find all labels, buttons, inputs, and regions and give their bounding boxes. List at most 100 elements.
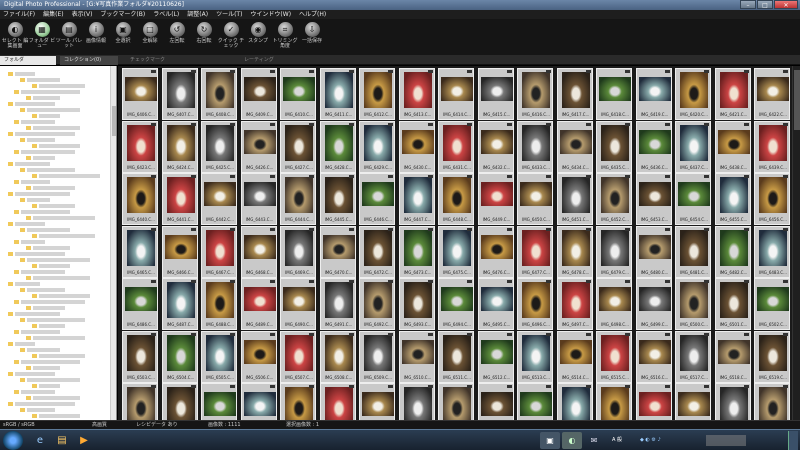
tab-collection[interactable]: コレクション(0) [60,56,118,65]
thumbnail-cell[interactable] [280,383,316,420]
photo-thumbnail[interactable] [601,124,629,161]
tree-item[interactable] [15,192,70,196]
folder-tree[interactable] [0,66,117,420]
media-player-icon[interactable]: ▶ [74,432,94,449]
photo-thumbnail[interactable] [601,177,629,213]
thumbnail-cell[interactable]: IMG_6445.C... [319,173,356,225]
photo-thumbnail[interactable] [164,234,197,259]
photo-thumbnail[interactable] [680,229,708,266]
photo-thumbnail[interactable] [561,282,590,318]
photo-thumbnail[interactable] [362,182,394,206]
photo-thumbnail[interactable] [759,334,787,371]
photoshop-icon[interactable]: ▣ [540,432,560,449]
photo-thumbnail[interactable] [206,282,234,318]
menu-bookmark[interactable]: ブックマーク(B) [100,10,145,19]
tree-item[interactable] [39,414,80,418]
tree-item[interactable] [33,276,90,280]
thumbnail-cell[interactable]: IMG_6426.C... [240,120,277,173]
thumbnail-cell[interactable]: IMG_6506.C... [240,330,277,383]
thumbnail-cell[interactable]: IMG_6454.C... [675,173,711,225]
thumbnail-cell[interactable]: IMG_6406.C... [122,68,158,120]
photo-thumbnail[interactable] [638,234,671,259]
tree-item[interactable] [15,402,75,406]
tree-item[interactable] [15,72,35,76]
photo-thumbnail[interactable] [206,72,234,108]
tree-item[interactable] [15,102,55,106]
photo-thumbnail[interactable] [522,334,550,371]
photo-thumbnail[interactable] [480,234,513,259]
thumbnail-cell[interactable]: IMG_6443.C... [240,173,277,225]
thumbnail-cell[interactable]: IMG_6473.C... [398,225,435,278]
thumbnail-cell[interactable]: IMG_6508.C... [319,330,356,383]
photo-thumbnail[interactable] [719,72,748,108]
thumbnail-cell[interactable]: IMG_6438.C... [714,120,751,173]
photo-thumbnail[interactable] [127,229,155,266]
thumbnail-cell[interactable]: IMG_6416.C... [517,68,553,120]
photo-thumbnail[interactable] [285,229,313,266]
tree-item[interactable] [27,348,60,352]
photo-thumbnail[interactable] [243,287,276,311]
thumbnail-cell[interactable] [477,383,514,420]
photo-thumbnail[interactable] [362,392,394,416]
photo-thumbnail[interactable] [166,124,195,161]
photo-thumbnail[interactable] [522,229,550,266]
photo-thumbnail[interactable] [638,182,671,206]
thumbnail-cell[interactable]: IMG_6425.C... [201,120,237,173]
tree-item[interactable] [39,324,65,328]
minimize-icon[interactable]: – [740,0,756,9]
thumbnail-cell[interactable]: IMG_6477.C... [517,225,553,278]
thumbnail-cell[interactable]: IMG_6514.C... [556,330,593,383]
photo-thumbnail[interactable] [759,177,787,213]
photo-thumbnail[interactable] [480,339,513,364]
photo-thumbnail[interactable] [719,387,748,420]
thumbnail-cell[interactable]: IMG_6504.C... [161,330,198,383]
thumbnail-cell[interactable]: IMG_6448.C... [438,173,474,225]
photo-thumbnail[interactable] [522,72,550,108]
show-desktop-button[interactable] [788,431,798,450]
thumbnail-cell[interactable]: IMG_6424.C... [161,120,198,173]
photo-thumbnail[interactable] [601,334,629,371]
tree-item[interactable] [33,366,60,370]
thumbnail-cell[interactable] [635,383,672,420]
photo-thumbnail[interactable] [324,72,353,108]
thumbnail-cell[interactable]: IMG_6450.C... [517,173,553,225]
tree-item[interactable] [33,396,80,400]
thumbnail-cell[interactable] [517,383,553,420]
thumbnail-cell[interactable]: IMG_6479.C... [596,225,632,278]
photo-thumbnail[interactable] [285,387,313,420]
thumbnail-cell[interactable]: IMG_6436.C... [635,120,672,173]
tree-item[interactable] [27,258,90,262]
thumbnail-cell[interactable]: IMG_6516.C... [635,330,672,383]
tree-item[interactable] [27,378,80,382]
menu-help[interactable]: ヘルプ(H) [299,10,326,19]
photo-thumbnail[interactable] [403,229,432,266]
thumbnail-cell[interactable]: IMG_6430.C... [398,120,435,173]
tree-item[interactable] [21,330,60,334]
thumbnail-cell[interactable]: IMG_6481.C... [675,225,711,278]
thumbnail-cell[interactable]: IMG_6478.C... [556,225,593,278]
thumbnail-cell[interactable]: IMG_6512.C... [477,330,514,383]
tree-item[interactable] [33,186,75,190]
thumbnail-cell[interactable]: IMG_6500.C... [675,278,711,330]
rotate-right-button[interactable]: ↻ 右回転 [191,19,217,55]
thumbnail-cell[interactable]: IMG_6415.C... [477,68,514,120]
thumbnail-cell[interactable] [438,383,474,420]
thumbnail-grid-scrollbar[interactable] [792,66,800,420]
menu-edit[interactable]: 編集(E) [43,10,63,19]
thumbnail-cell[interactable]: IMG_6428.C... [319,120,356,173]
photo-thumbnail[interactable] [520,182,552,206]
photo-thumbnail[interactable] [166,177,195,213]
thumbnail-cell[interactable] [201,383,237,420]
thumbnail-cell[interactable]: IMG_6446.C... [359,173,395,225]
photo-thumbnail[interactable] [638,129,671,154]
photo-thumbnail[interactable] [127,334,155,371]
tree-item[interactable] [39,234,95,238]
photo-thumbnail[interactable] [324,124,353,161]
photo-thumbnail[interactable] [719,229,748,266]
scrollbar-thumb[interactable] [794,70,800,130]
thumbnail-cell[interactable]: IMG_6447.C... [398,173,435,225]
tree-item[interactable] [15,282,40,286]
photo-thumbnail[interactable] [601,387,629,420]
tray-icons[interactable]: ◆ ◐ ⚙ ♪ [640,435,661,446]
tree-item[interactable] [27,78,60,82]
